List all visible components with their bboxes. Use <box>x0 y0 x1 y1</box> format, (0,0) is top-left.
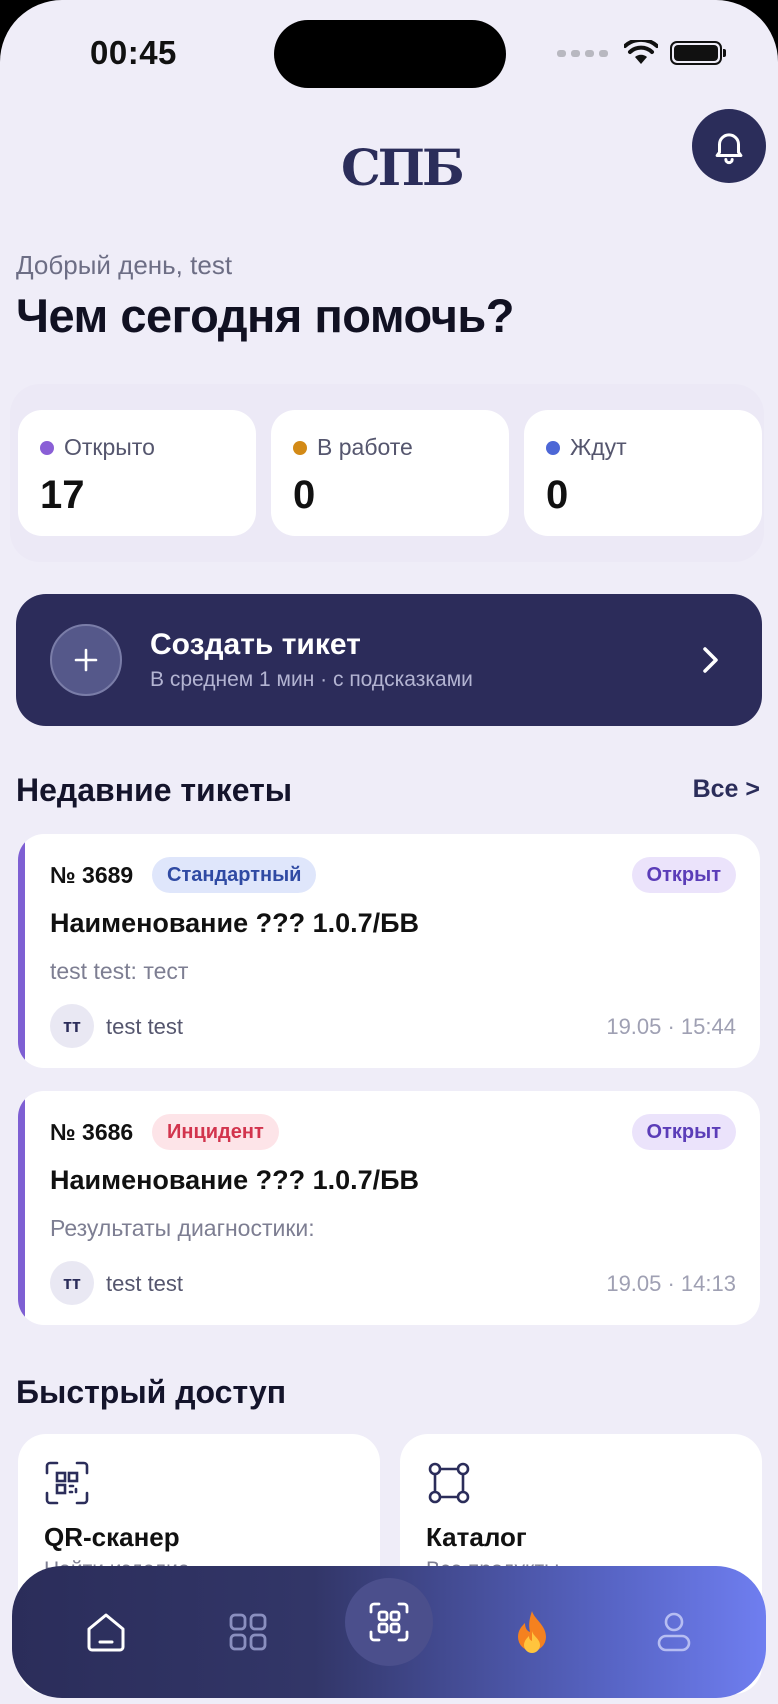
recent-tickets-title: Недавние тикеты <box>16 772 293 808</box>
all-tickets-link[interactable]: Все > <box>693 775 760 804</box>
ticket-type-badge: Стандартный <box>152 857 317 893</box>
plus-icon <box>50 624 122 696</box>
ticket-status-badge: Открыт <box>631 1114 736 1150</box>
create-ticket-subtitle: В среднем 1 мин · с подсказками <box>150 668 473 691</box>
grid-icon <box>229 1613 267 1651</box>
chevron-right-icon <box>703 647 718 673</box>
stat-value: 0 <box>293 473 316 517</box>
ticket-status-badge: Открыт <box>631 857 736 893</box>
profile-icon <box>657 1612 691 1652</box>
avatar: тт <box>50 1261 94 1305</box>
avatar: тт <box>50 1004 94 1048</box>
stat-label: Ждут <box>570 434 627 460</box>
ticket-number: № 3686 <box>50 1119 134 1145</box>
ticket-author: test test <box>106 1014 184 1039</box>
ticket-author: test test <box>106 1271 184 1296</box>
stat-label: Открыто <box>64 434 155 460</box>
greeting: Добрый день, test <box>16 250 233 280</box>
tab-bar <box>12 1566 766 1698</box>
tab-scan[interactable] <box>345 1578 433 1666</box>
wifi-icon <box>624 40 658 64</box>
ticket-description: Результаты диагностики: <box>50 1215 315 1241</box>
dynamic-island <box>274 20 506 88</box>
create-ticket-title: Создать тикет <box>150 628 361 661</box>
status-dot <box>40 440 54 455</box>
fire-icon <box>518 1611 546 1653</box>
ticket-description: test test: тест <box>50 958 189 984</box>
ticket-accent-bar <box>18 834 25 1068</box>
qr-icon <box>45 1461 89 1505</box>
ticket-card[interactable]: № 3686 Инцидент Открыт Наименование ??? … <box>18 1091 760 1325</box>
create-ticket-button[interactable]: Создать тикет В среднем 1 мин · с подска… <box>16 594 762 726</box>
notifications-button[interactable] <box>692 109 766 183</box>
battery-icon <box>670 41 726 65</box>
tab-hot[interactable] <box>492 1566 572 1698</box>
stat-label: В работе <box>317 434 413 460</box>
bell-icon <box>715 133 743 165</box>
stat-open[interactable]: Открыто 17 <box>18 410 256 536</box>
ticket-number: № 3689 <box>50 862 134 888</box>
signal-icon <box>557 49 608 57</box>
page-title: Чем сегодня помочь? <box>16 289 514 342</box>
status-dot <box>546 440 560 455</box>
screen: 00:45 СПБ Добрый день, test Чем сегодня … <box>0 0 778 1704</box>
catalog-icon <box>428 1462 470 1504</box>
ticket-card[interactable]: № 3689 Стандартный Открыт Наименование ?… <box>18 834 760 1068</box>
tab-profile[interactable] <box>634 1566 714 1698</box>
stat-value: 0 <box>546 473 569 517</box>
ticket-type-badge: Инцидент <box>152 1114 279 1150</box>
tab-home[interactable] <box>66 1566 146 1698</box>
status-dot <box>293 440 307 455</box>
stat-value: 17 <box>40 473 85 517</box>
stat-waiting[interactable]: Ждут 0 <box>524 410 762 536</box>
stat-in-progress[interactable]: В работе 0 <box>271 410 509 536</box>
scan-icon <box>369 1602 409 1642</box>
ticket-name: Наименование ??? 1.0.7/БВ <box>50 1165 420 1195</box>
quick-item-title: Каталог <box>426 1522 527 1552</box>
status-icons <box>557 40 726 66</box>
quick-item-title: QR-сканер <box>44 1522 180 1552</box>
ticket-time: 19.05 · 14:13 <box>606 1271 736 1296</box>
quick-access-title: Быстрый доступ <box>16 1374 287 1410</box>
ticket-accent-bar <box>18 1091 25 1325</box>
home-icon <box>87 1613 125 1652</box>
ticket-time: 19.05 · 15:44 <box>606 1014 736 1039</box>
status-time: 00:45 <box>90 34 177 71</box>
ticket-name: Наименование ??? 1.0.7/БВ <box>50 908 420 938</box>
app-logo: СПБ <box>341 138 465 197</box>
tab-catalog[interactable] <box>208 1566 288 1698</box>
